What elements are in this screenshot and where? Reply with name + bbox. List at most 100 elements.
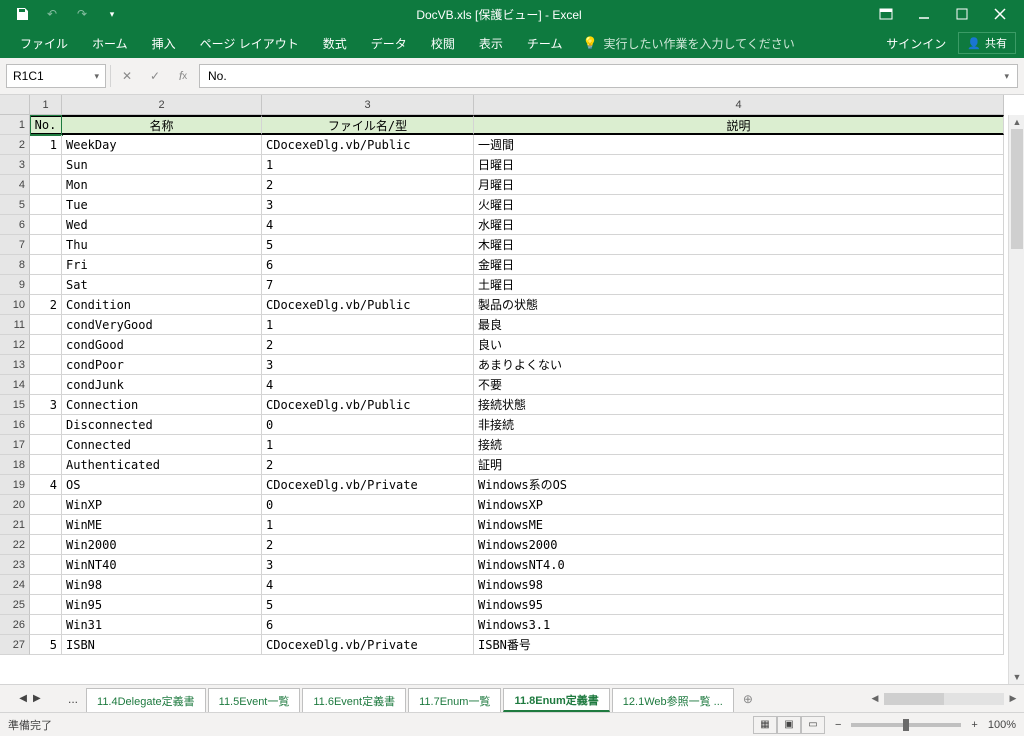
cell[interactable]: 2 <box>262 535 474 555</box>
cell[interactable] <box>30 495 62 515</box>
cell[interactable]: 4 <box>30 475 62 495</box>
row-header[interactable]: 12 <box>0 335 30 355</box>
ribbon-tab[interactable]: ホーム <box>80 28 140 58</box>
row-header[interactable]: 11 <box>0 315 30 335</box>
column-header[interactable]: 1 <box>30 95 62 115</box>
ribbon-display-icon[interactable] <box>876 4 896 24</box>
row-header[interactable]: 4 <box>0 175 30 195</box>
add-sheet-icon[interactable]: ⊕ <box>736 692 760 706</box>
cell[interactable]: condPoor <box>62 355 262 375</box>
row-header[interactable]: 10 <box>0 295 30 315</box>
cell[interactable]: 火曜日 <box>474 195 1004 215</box>
column-header[interactable]: 4 <box>474 95 1004 115</box>
qat-customize-icon[interactable]: ▾ <box>102 4 122 24</box>
redo-icon[interactable]: ↷ <box>72 4 92 24</box>
cell[interactable] <box>30 455 62 475</box>
cell[interactable]: 接続状態 <box>474 395 1004 415</box>
row-header[interactable]: 13 <box>0 355 30 375</box>
cell[interactable]: 証明 <box>474 455 1004 475</box>
cell[interactable]: 1 <box>262 155 474 175</box>
close-icon[interactable] <box>990 4 1010 24</box>
sheet-more[interactable]: ... <box>60 692 86 706</box>
cell[interactable] <box>30 515 62 535</box>
ribbon-tab[interactable]: ページ レイアウト <box>188 28 311 58</box>
cell[interactable] <box>30 435 62 455</box>
cell[interactable]: CDocexeDlg.vb/Public <box>262 135 474 155</box>
cell[interactable]: 0 <box>262 415 474 435</box>
column-header[interactable]: 3 <box>262 95 474 115</box>
cell[interactable]: Tue <box>62 195 262 215</box>
ribbon-tab[interactable]: 数式 <box>311 28 359 58</box>
cell[interactable]: 7 <box>262 275 474 295</box>
cell[interactable]: 2 <box>262 455 474 475</box>
cell[interactable]: ISBN番号 <box>474 635 1004 655</box>
scroll-down-icon[interactable]: ▼ <box>1009 670 1024 684</box>
chevron-down-icon[interactable]: ▾ <box>94 71 99 82</box>
cell[interactable]: Sat <box>62 275 262 295</box>
cell[interactable]: 4 <box>262 215 474 235</box>
cell[interactable] <box>30 615 62 635</box>
row-header[interactable]: 19 <box>0 475 30 495</box>
view-pagebreak-icon[interactable]: ▭ <box>801 716 825 734</box>
cell[interactable]: あまりよくない <box>474 355 1004 375</box>
sheet-tab[interactable]: 11.7Enum一覧 <box>408 688 501 712</box>
cell[interactable]: Disconnected <box>62 415 262 435</box>
column-header[interactable]: 2 <box>62 95 262 115</box>
row-header[interactable]: 5 <box>0 195 30 215</box>
cell[interactable]: 接続 <box>474 435 1004 455</box>
cell[interactable]: Win95 <box>62 595 262 615</box>
row-header[interactable]: 6 <box>0 215 30 235</box>
zoom-slider[interactable] <box>851 723 961 727</box>
cell[interactable]: 6 <box>262 615 474 635</box>
horizontal-scrollbar[interactable]: ◀ ▶ <box>760 692 1024 706</box>
cell[interactable]: Sun <box>62 155 262 175</box>
cell[interactable] <box>30 215 62 235</box>
cell[interactable]: 1 <box>262 515 474 535</box>
hscroll-left-icon[interactable]: ◀ <box>868 692 882 706</box>
formula-input[interactable]: No. ▾ <box>199 64 1018 88</box>
cell[interactable]: WindowsXP <box>474 495 1004 515</box>
cell[interactable] <box>30 235 62 255</box>
row-header[interactable]: 18 <box>0 455 30 475</box>
ribbon-tab[interactable]: チーム <box>515 28 575 58</box>
row-header[interactable]: 15 <box>0 395 30 415</box>
cell[interactable] <box>30 415 62 435</box>
ribbon-tab[interactable]: 表示 <box>467 28 515 58</box>
sheet-tab[interactable]: 11.5Event一覧 <box>208 688 301 712</box>
cell[interactable]: Condition <box>62 295 262 315</box>
ribbon-tab[interactable]: データ <box>359 28 419 58</box>
cell[interactable]: 2 <box>30 295 62 315</box>
cell[interactable]: Fri <box>62 255 262 275</box>
hscroll-right-icon[interactable]: ▶ <box>1006 692 1020 706</box>
ribbon-tab[interactable]: 校閲 <box>419 28 467 58</box>
cell[interactable]: 非接続 <box>474 415 1004 435</box>
view-normal-icon[interactable]: ▦ <box>753 716 777 734</box>
cell[interactable]: condVeryGood <box>62 315 262 335</box>
cell[interactable]: WindowsNT4.0 <box>474 555 1004 575</box>
name-box[interactable]: R1C1 ▾ <box>6 64 106 88</box>
cell[interactable]: 一週間 <box>474 135 1004 155</box>
ribbon-tab[interactable]: ファイル <box>8 28 80 58</box>
cells[interactable]: No.名称ファイル名/型説明1WeekDayCDocexeDlg.vb/Publ… <box>30 115 1008 684</box>
cell[interactable] <box>30 155 62 175</box>
row-header[interactable]: 2 <box>0 135 30 155</box>
row-header[interactable]: 17 <box>0 435 30 455</box>
cell[interactable] <box>30 575 62 595</box>
cell[interactable]: CDocexeDlg.vb/Public <box>262 395 474 415</box>
cell[interactable]: 不要 <box>474 375 1004 395</box>
row-header[interactable]: 20 <box>0 495 30 515</box>
row-header[interactable]: 24 <box>0 575 30 595</box>
row-header[interactable]: 27 <box>0 635 30 655</box>
cell[interactable]: condJunk <box>62 375 262 395</box>
vertical-scrollbar[interactable]: ▲ ▼ <box>1008 115 1024 684</box>
zoom-in-icon[interactable]: + <box>971 719 977 731</box>
cell[interactable]: 木曜日 <box>474 235 1004 255</box>
cell[interactable]: Wed <box>62 215 262 235</box>
cell[interactable]: Windows95 <box>474 595 1004 615</box>
cell[interactable]: 5 <box>30 635 62 655</box>
scrollbar-thumb[interactable] <box>1011 129 1023 249</box>
cell[interactable]: 水曜日 <box>474 215 1004 235</box>
row-header[interactable]: 3 <box>0 155 30 175</box>
zoom-handle[interactable] <box>903 719 909 731</box>
cell[interactable]: WeekDay <box>62 135 262 155</box>
